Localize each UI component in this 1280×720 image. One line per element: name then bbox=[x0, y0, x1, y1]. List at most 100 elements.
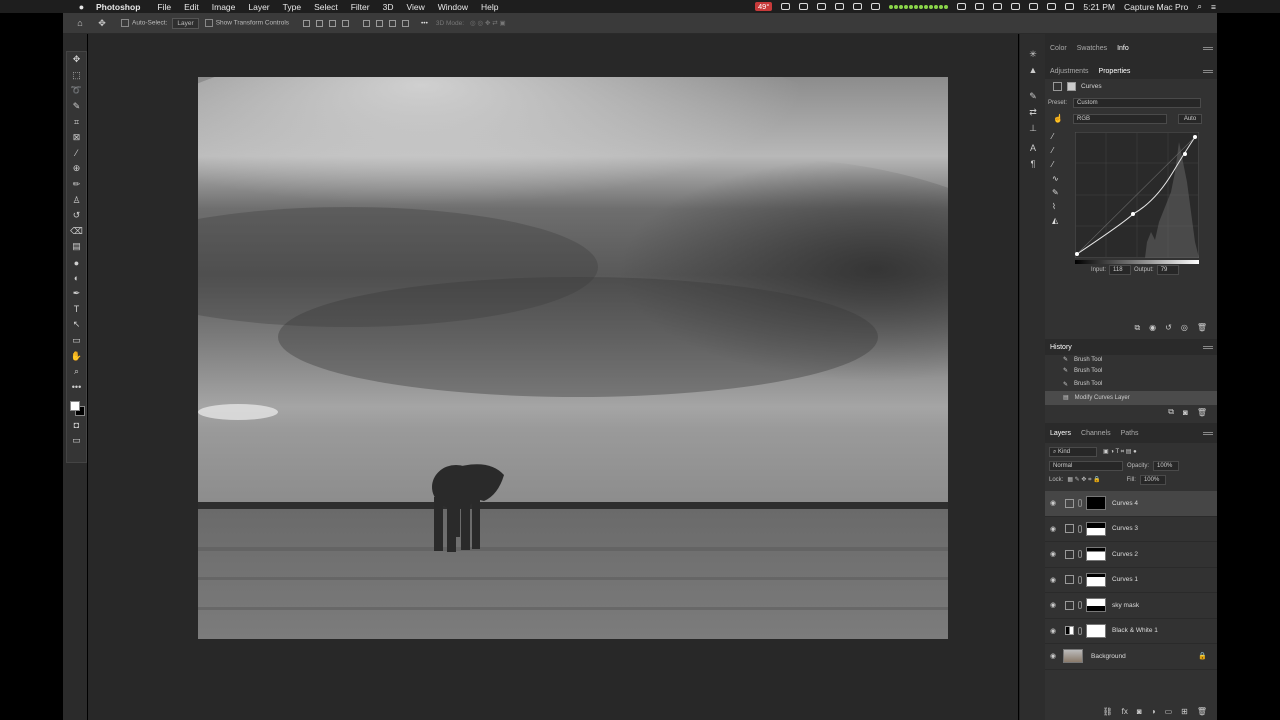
gray-point-eyedropper-icon[interactable]: ⁄ bbox=[1052, 146, 1059, 155]
eye-icon[interactable]: ◉ bbox=[1049, 652, 1057, 660]
bluetooth-icon[interactable] bbox=[975, 3, 985, 10]
layer-row[interactable]: ◉ Curves 2 bbox=[1045, 542, 1217, 568]
airplay-icon[interactable] bbox=[1011, 3, 1021, 10]
snapshot-icon[interactable]: ◙ bbox=[1183, 408, 1188, 417]
tab-info[interactable]: Info bbox=[1112, 45, 1134, 52]
link-icon[interactable] bbox=[1078, 626, 1082, 635]
layer-name[interactable]: sky mask bbox=[1112, 602, 1139, 609]
brush-tool-icon[interactable]: ✏ bbox=[67, 177, 86, 193]
new-group-icon[interactable]: ▭ bbox=[1165, 707, 1173, 716]
character-icon[interactable]: A bbox=[1020, 140, 1046, 156]
type-tool-icon[interactable]: T bbox=[67, 302, 86, 318]
wifi-icon[interactable] bbox=[993, 3, 1003, 10]
frame-tool-icon[interactable]: ⊠ bbox=[67, 130, 86, 146]
layer-mask-thumb[interactable] bbox=[1086, 572, 1106, 587]
user-name[interactable]: Capture Mac Pro bbox=[1124, 2, 1188, 12]
apple-icon[interactable]: ● bbox=[77, 2, 86, 12]
link-icon[interactable] bbox=[1078, 601, 1082, 610]
adjust-icon[interactable]: ⇄ bbox=[1020, 104, 1046, 120]
status-icon[interactable] bbox=[781, 3, 791, 10]
link-icon[interactable] bbox=[1078, 550, 1082, 559]
control-center-icon[interactable]: ≡ bbox=[1211, 2, 1216, 12]
align-center-icon[interactable] bbox=[316, 19, 324, 27]
eye-icon[interactable]: ◉ bbox=[1049, 550, 1057, 558]
info-icon[interactable] bbox=[871, 3, 881, 10]
mask-icon[interactable] bbox=[1067, 82, 1076, 91]
auto-button[interactable]: Auto bbox=[1178, 114, 1202, 124]
blur-tool-icon[interactable]: ● bbox=[67, 255, 86, 271]
gear-icon[interactable] bbox=[853, 3, 863, 10]
clip-to-layer-icon[interactable]: ⧉ bbox=[1134, 323, 1140, 333]
white-point-eyedropper-icon[interactable]: ⁄ bbox=[1052, 160, 1059, 169]
home-icon[interactable]: ⌂ bbox=[75, 18, 85, 28]
eject-icon[interactable] bbox=[1029, 3, 1039, 10]
blend-mode-dropdown[interactable]: Normal bbox=[1049, 461, 1123, 471]
dropbox-icon[interactable] bbox=[835, 3, 845, 10]
pencil-icon[interactable]: ✎ bbox=[1052, 188, 1059, 197]
link-icon[interactable] bbox=[1078, 524, 1082, 533]
volume-icon[interactable] bbox=[1065, 3, 1075, 10]
align-justify-icon[interactable] bbox=[342, 19, 350, 27]
history-item[interactable]: ✎ Brush Tool bbox=[1045, 364, 1217, 378]
eyedropper-tool-icon[interactable]: ⁄ bbox=[67, 146, 86, 162]
shape-tool-icon[interactable]: ▭ bbox=[67, 333, 86, 349]
new-document-icon[interactable]: ⧉ bbox=[1168, 407, 1174, 417]
new-adjustment-icon[interactable]: ◑ bbox=[1151, 707, 1156, 716]
marquee-tool-icon[interactable]: ⬚ bbox=[67, 68, 86, 84]
foreground-color[interactable] bbox=[70, 401, 80, 412]
document-image[interactable] bbox=[198, 77, 948, 639]
clock-icon[interactable] bbox=[957, 3, 967, 10]
layer-name[interactable]: Black & White 1 bbox=[1112, 627, 1158, 634]
smooth-icon[interactable]: ⌇ bbox=[1052, 202, 1059, 211]
history-item-selected[interactable]: ▤ Modify Curves Layer bbox=[1045, 391, 1217, 405]
menu-file[interactable]: File bbox=[157, 2, 171, 12]
layer-name[interactable]: Curves 4 bbox=[1112, 500, 1138, 507]
output-field[interactable]: 79 bbox=[1156, 265, 1179, 275]
layer-name[interactable]: Curves 1 bbox=[1112, 576, 1138, 583]
path-select-tool-icon[interactable]: ↖ bbox=[67, 317, 86, 333]
clipping-icon[interactable]: ◭ bbox=[1052, 216, 1059, 225]
libraries-icon[interactable]: ✳ bbox=[1020, 46, 1046, 62]
histogram-icon[interactable]: ▲ bbox=[1020, 62, 1046, 78]
layer-mask-thumb[interactable] bbox=[1086, 547, 1106, 562]
eye-icon[interactable]: ◉ bbox=[1049, 499, 1057, 507]
color-swatches[interactable] bbox=[67, 395, 86, 417]
link-icon[interactable] bbox=[1078, 499, 1082, 508]
link-icon[interactable] bbox=[1078, 575, 1082, 584]
paragraph-icon[interactable]: ¶ bbox=[1020, 156, 1046, 172]
menu-type[interactable]: Type bbox=[283, 2, 301, 12]
view-previous-icon[interactable]: ◉ bbox=[1149, 323, 1156, 333]
layer-mask-thumb[interactable] bbox=[1086, 598, 1106, 613]
add-mask-icon[interactable]: ◙ bbox=[1137, 707, 1142, 716]
auto-select-checkbox[interactable]: Auto-Select: bbox=[121, 19, 167, 27]
menu-image[interactable]: Image bbox=[212, 2, 236, 12]
menu-layer[interactable]: Layer bbox=[248, 2, 269, 12]
lock-icons[interactable]: ▦ ✎ ✥ ⌗ 🔒 bbox=[1067, 476, 1100, 484]
clock[interactable]: 5:21 PM bbox=[1083, 2, 1115, 12]
3d-controls-icon[interactable]: ◎ ◎ ✥ ⇄ ▣ bbox=[470, 19, 506, 27]
more-tools-icon[interactable]: ••• bbox=[67, 379, 86, 395]
eraser-tool-icon[interactable]: ⌫ bbox=[67, 224, 86, 240]
align-top-icon[interactable] bbox=[363, 19, 371, 27]
quick-mask-icon[interactable]: ◘ bbox=[67, 417, 86, 433]
dodge-tool-icon[interactable]: ◐ bbox=[67, 270, 86, 286]
spotlight-icon[interactable]: ⌕ bbox=[1197, 1, 1202, 12]
hand-tool-icon[interactable]: ✋ bbox=[67, 348, 86, 364]
target-adjust-icon[interactable]: ☝ bbox=[1053, 114, 1063, 123]
lasso-tool-icon[interactable]: ➰ bbox=[67, 83, 86, 99]
layer-name[interactable]: Curves 3 bbox=[1112, 525, 1138, 532]
history-title[interactable]: History bbox=[1045, 344, 1077, 351]
link-layers-icon[interactable]: ⛓ bbox=[1103, 707, 1113, 716]
history-menu-icon[interactable] bbox=[1203, 345, 1213, 349]
tab-paths[interactable]: Paths bbox=[1116, 430, 1144, 437]
menu-help[interactable]: Help bbox=[481, 2, 498, 12]
menu-edit[interactable]: Edit bbox=[184, 2, 199, 12]
curves-graph[interactable] bbox=[1075, 132, 1199, 258]
align-left-icon[interactable] bbox=[303, 19, 311, 27]
preset-dropdown[interactable]: Custom bbox=[1073, 98, 1201, 108]
auto-select-dropdown[interactable]: Layer bbox=[172, 17, 199, 29]
brushes-icon[interactable]: ✎ bbox=[1020, 88, 1046, 104]
eye-icon[interactable]: ◉ bbox=[1049, 576, 1057, 584]
menu-select[interactable]: Select bbox=[314, 2, 338, 12]
layer-name[interactable]: Curves 2 bbox=[1112, 551, 1138, 558]
